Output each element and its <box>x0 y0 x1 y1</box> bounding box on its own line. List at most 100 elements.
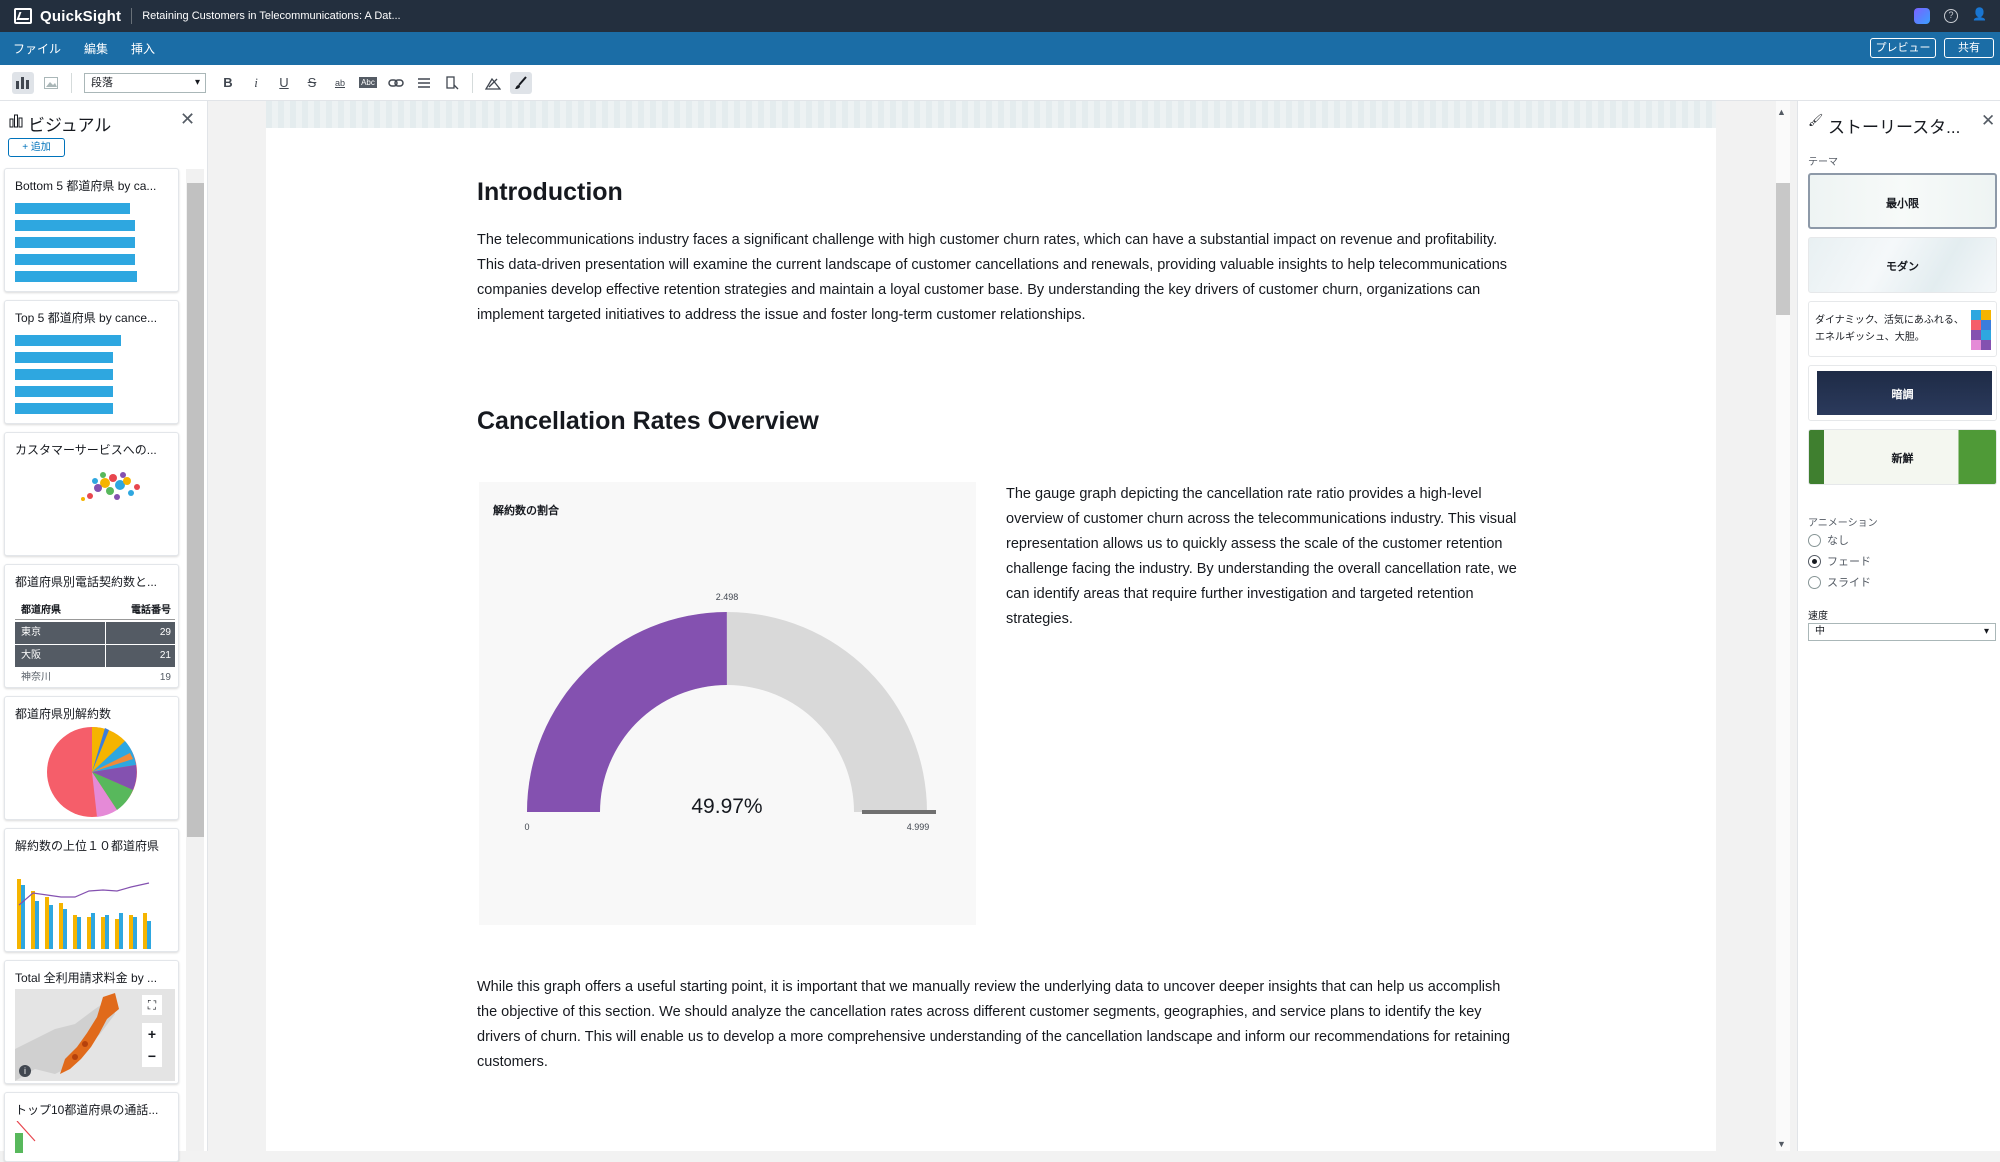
theme-dynamic[interactable]: ダイナミック、活気にあふれる、エネルギッシュ、大胆。 <box>1808 301 1997 357</box>
theme-swatch <box>1981 310 1991 350</box>
theme-modern[interactable]: モダン <box>1808 237 1997 293</box>
radio-icon[interactable] <box>1808 575 1821 589</box>
close-icon[interactable]: ✕ <box>180 109 195 130</box>
table-cell: 19 <box>159 672 171 683</box>
bold-icon[interactable]: B <box>217 72 239 94</box>
intro-paragraph[interactable]: The telecommunications industry faces a … <box>477 228 1517 328</box>
italic-icon[interactable]: i <box>245 72 267 94</box>
scatter-chart-thumbnail <box>81 472 140 501</box>
visuals-icon[interactable] <box>12 71 34 94</box>
theme-label-text: 暗調 <box>1891 389 1914 401</box>
intro-heading[interactable]: Introduction <box>477 178 623 207</box>
theme-label-text: 新鮮 <box>1891 453 1914 465</box>
radio-icon[interactable] <box>1808 533 1821 547</box>
theme-label-text: 最小限 <box>1886 198 1919 210</box>
text-color-icon[interactable]: Abc <box>357 72 379 94</box>
radio-label: なし <box>1827 535 1849 547</box>
visual-card[interactable]: 解約数の上位１０都道府県 <box>4 828 179 952</box>
menu-bar: ファイル 編集 挿入 プレビュー 共有 <box>0 32 2000 65</box>
gauge-description-paragraph[interactable]: The gauge graph depicting the cancellati… <box>1006 482 1518 632</box>
gauge-min-label: 0 <box>524 822 529 832</box>
brush-icon: 🖌 <box>1808 113 1824 127</box>
brush-icon[interactable] <box>510 71 532 94</box>
visual-card[interactable]: トップ10都道府県の通話... <box>4 1092 179 1162</box>
app-name[interactable]: QuickSight <box>40 8 121 25</box>
pie-chart-thumbnail <box>47 726 137 817</box>
visual-card-title: 解約数の上位１０都道府県 <box>15 839 160 853</box>
menu-insert[interactable]: 挿入 <box>131 40 155 57</box>
visuals-panel-title: ビジュアル <box>28 116 112 135</box>
scroll-down-icon[interactable]: ▼ <box>1777 1139 1786 1149</box>
table-cell: 29 <box>105 622 175 644</box>
theme-label-text: ダイナミック、活気にあふれる、エネルギッシュ、大胆。 <box>1815 315 1964 343</box>
table-header-cell: 都道府県 <box>21 605 61 616</box>
canvas-scrollbar-thumb[interactable] <box>1776 183 1790 315</box>
speed-label: 速度 <box>1808 611 1828 622</box>
animation-option-slide[interactable]: スライド <box>1808 574 1871 590</box>
quicksight-logo-icon[interactable] <box>14 8 32 24</box>
align-icon[interactable] <box>413 72 435 94</box>
story-style-panel: 🖌 ストーリースタ... ✕ テーマ 最小限 モダン ダイナミック、活気にあふれ… <box>1797 101 2000 1151</box>
table-row: 神奈川 19 <box>15 667 175 687</box>
table-header: 都道府県 電話番号 <box>15 601 175 620</box>
theme-fresh[interactable]: 新鮮 <box>1808 429 1997 485</box>
map-zoom-controls[interactable]: + − <box>142 1023 162 1067</box>
visuals-panel: ビジュアル ✕ + 追加 Bottom 5 都道府県 by ca... Top … <box>0 101 208 1162</box>
link-icon[interactable] <box>385 72 407 94</box>
top-bar: QuickSight Retaining Customers in Teleco… <box>0 0 2000 32</box>
theme-dark[interactable]: 暗調 <box>1808 365 1997 421</box>
visual-card-title: トップ10都道府県の通話... <box>15 1103 159 1117</box>
animation-option-none[interactable]: なし <box>1808 532 1849 548</box>
formatting-toolbar: 段落 B i U S ab Abc <box>0 65 2000 101</box>
combo-chart-thumbnail <box>17 879 151 949</box>
visual-card[interactable]: Top 5 都道府県 by cance... <box>4 300 179 424</box>
outro-paragraph[interactable]: While this graph offers a useful startin… <box>477 975 1517 1075</box>
visual-card[interactable]: Total 全利用請求料金 by ... ⛶ + − i <box>4 960 179 1084</box>
table-thumbnail: 都道府県 電話番号 東京 29 大阪 21 神奈川 19 <box>15 601 175 687</box>
line-chart-thumbnail <box>15 1121 36 1153</box>
table-header-cell: 電話番号 <box>131 605 171 616</box>
image-panel-icon[interactable] <box>40 72 62 94</box>
gauge-mid-label: 2.498 <box>716 592 739 602</box>
visual-card[interactable]: 都道府県別電話契約数と... 都道府県 電話番号 東京 29 大阪 21 神奈川… <box>4 564 179 688</box>
user-icon[interactable]: 👤 <box>1972 8 1987 23</box>
menu-file[interactable]: ファイル <box>13 40 61 57</box>
menu-edit[interactable]: 編集 <box>84 40 108 57</box>
add-visual-button[interactable]: + 追加 <box>8 138 65 157</box>
gauge-fill <box>527 612 727 812</box>
cancellation-heading[interactable]: Cancellation Rates Overview <box>477 407 819 436</box>
title-separator <box>131 8 133 24</box>
radio-label: フェード <box>1827 556 1871 568</box>
visual-card[interactable]: カスタマーサービスへの... <box>4 432 179 556</box>
visual-card-title: カスタマーサービスへの... <box>15 443 157 457</box>
indent-icon[interactable] <box>441 72 463 94</box>
visual-card[interactable]: Bottom 5 都道府県 by ca... <box>4 168 179 292</box>
animation-option-fade[interactable]: フェード <box>1808 553 1871 569</box>
gauge-max-label: 4.999 <box>907 822 930 832</box>
visuals-scrollbar-thumb[interactable] <box>187 183 204 837</box>
visual-card-title: 都道府県別電話契約数と... <box>15 575 158 589</box>
underline-icon[interactable]: U <box>273 72 295 94</box>
gauge-value-label: 49.97% <box>691 795 762 818</box>
help-icon[interactable]: ? <box>1944 9 1958 23</box>
visual-card[interactable]: 都道府県別解約数 <box>4 696 179 820</box>
gauge-visual[interactable]: 解約数の割合 2.498 0 4.999 49.97% <box>479 482 976 925</box>
close-icon[interactable]: ✕ <box>1981 111 1995 131</box>
speed-select[interactable]: 中 <box>1808 623 1996 641</box>
table-cell: 神奈川 <box>21 672 51 683</box>
info-icon[interactable]: i <box>19 1065 31 1077</box>
fit-map-icon[interactable]: ⛶ <box>142 995 162 1015</box>
toolbar-separator <box>71 72 72 93</box>
scroll-up-icon[interactable]: ▲ <box>1777 107 1786 117</box>
share-button[interactable]: 共有 <box>1944 38 1994 58</box>
image-icon[interactable] <box>482 72 504 94</box>
radio-label: スライド <box>1827 577 1871 589</box>
strikethrough-icon[interactable]: S <box>301 72 323 94</box>
amazon-q-icon[interactable] <box>1914 8 1930 24</box>
theme-minimal[interactable]: 最小限 <box>1808 173 1997 229</box>
radio-selected-icon[interactable] <box>1808 554 1821 568</box>
table-cell: 東京 <box>21 627 41 638</box>
preview-button[interactable]: プレビュー <box>1870 38 1936 58</box>
highlight-icon[interactable]: ab <box>329 72 351 94</box>
paragraph-style-select[interactable]: 段落 <box>84 72 206 93</box>
